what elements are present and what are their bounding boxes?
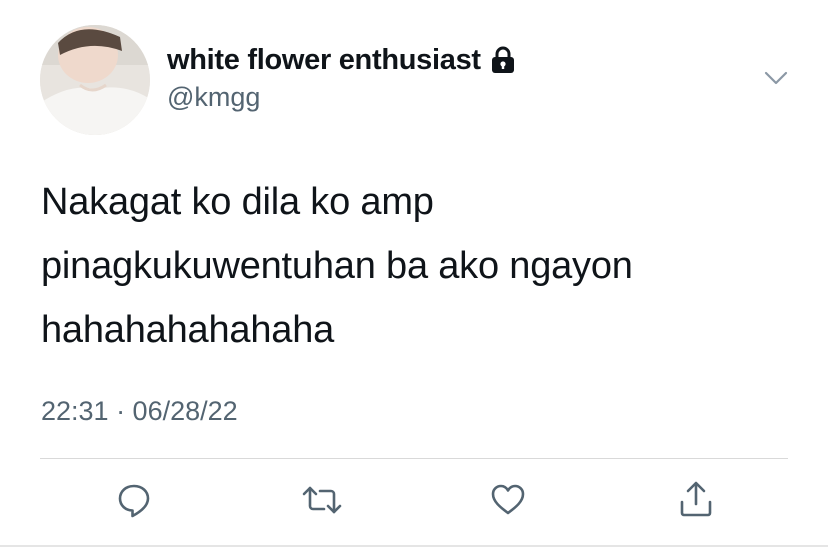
share-button[interactable] [674,478,718,522]
share-icon [680,481,712,517]
tweet-text: Nakagat ko dila ko amp pinagkukuwentuhan… [41,170,801,362]
reply-icon [118,484,150,518]
display-name[interactable]: white flower enthusiast [167,44,481,77]
tweet-actions [0,478,828,528]
author-name-row[interactable]: white flower enthusiast [167,40,517,80]
heart-icon [491,484,525,515]
tweet-text-line: Nakagat ko dila ko amp [41,181,434,223]
retweet-icon [302,486,342,514]
like-button[interactable] [486,478,530,522]
retweet-button[interactable] [300,478,344,522]
avatar-image [40,25,150,135]
chevron-down-icon[interactable] [762,66,790,90]
avatar[interactable] [40,25,150,135]
tweet-text-line: pinagkukuwentuhan ba ako ngayon [41,245,633,287]
author-handle[interactable]: @kmgg [167,82,260,113]
divider [40,458,788,459]
tweet-timestamp[interactable]: 22:31 · 06/28/22 [41,396,238,427]
lock-icon [489,45,517,75]
tweet-text-line: hahahahahahaha [41,309,335,351]
reply-button[interactable] [112,478,156,522]
